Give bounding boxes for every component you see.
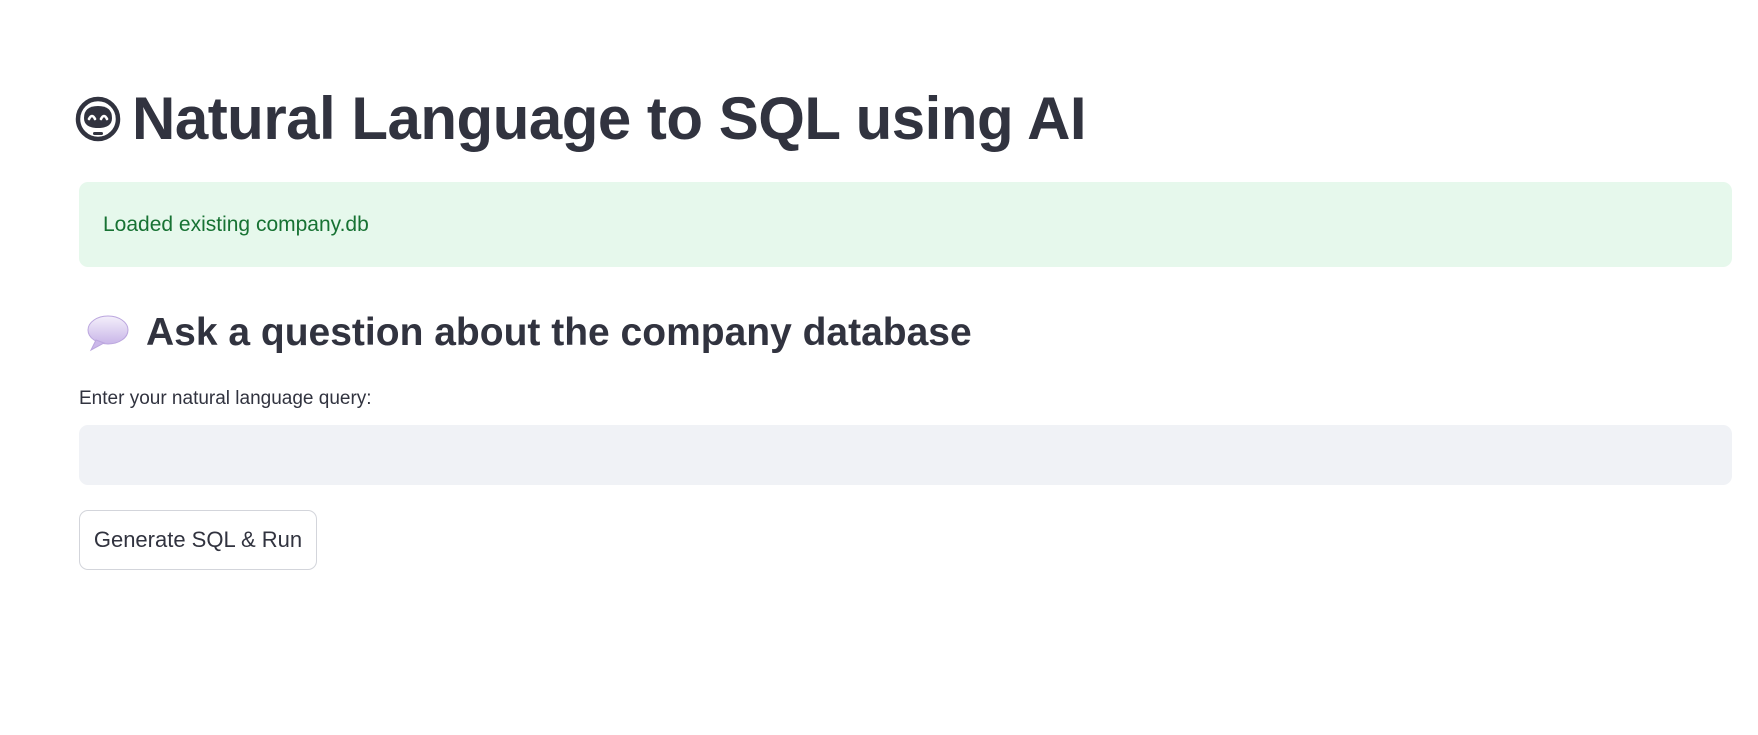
query-input-label: Enter your natural language query: — [79, 388, 372, 409]
page-title: Natural Language to SQL using AI — [132, 85, 1087, 152]
subheader-row: Ask a question about the company databas… — [86, 306, 972, 360]
title-row: Natural Language to SQL using AI — [74, 82, 1087, 156]
app-main: Natural Language to SQL using AI Loaded … — [0, 0, 1758, 735]
speech-bubble-icon — [86, 313, 130, 353]
generate-sql-run-button[interactable]: Generate SQL & Run — [79, 510, 317, 570]
query-input[interactable] — [79, 425, 1732, 485]
section-subheader: Ask a question about the company databas… — [146, 311, 972, 354]
success-alert: Loaded existing company.db — [79, 182, 1732, 267]
alert-text: Loaded existing company.db — [103, 212, 369, 236]
robot-face-icon — [74, 95, 122, 143]
